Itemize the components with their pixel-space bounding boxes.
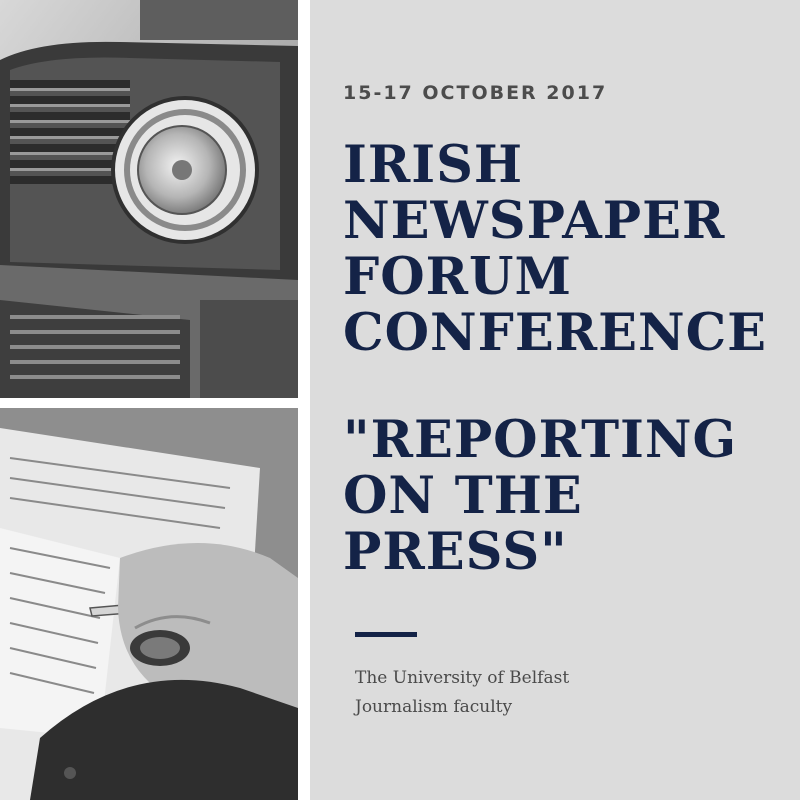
title-line: CONFERENCE — [343, 303, 768, 363]
host-line: Journalism faculty — [355, 697, 513, 717]
conference-theme: "REPORTING ON THE PRESS" — [343, 412, 737, 580]
theme-line: "REPORTING — [343, 410, 738, 470]
vintage-radio-photo — [0, 0, 298, 398]
hand-writing-notes-photo — [0, 408, 298, 800]
title-line: NEWSPAPER — [343, 191, 726, 251]
divider-line — [355, 632, 417, 637]
title-line: FORUM — [343, 247, 572, 307]
theme-line: ON THE — [343, 466, 583, 526]
vintage-radio-illustration — [0, 0, 298, 398]
writing-hand-illustration — [0, 408, 298, 800]
event-info-panel: 15-17 OCTOBER 2017 IRISH NEWSPAPER FORUM… — [310, 0, 800, 800]
title-line: IRISH — [343, 135, 524, 195]
event-date: 15-17 OCTOBER 2017 — [343, 82, 608, 104]
theme-line: PRESS" — [343, 522, 568, 582]
conference-title: IRISH NEWSPAPER FORUM CONFERENCE — [343, 137, 767, 361]
host-info: The University of Belfast Journalism fac… — [355, 664, 569, 722]
host-line: The University of Belfast — [355, 668, 570, 688]
